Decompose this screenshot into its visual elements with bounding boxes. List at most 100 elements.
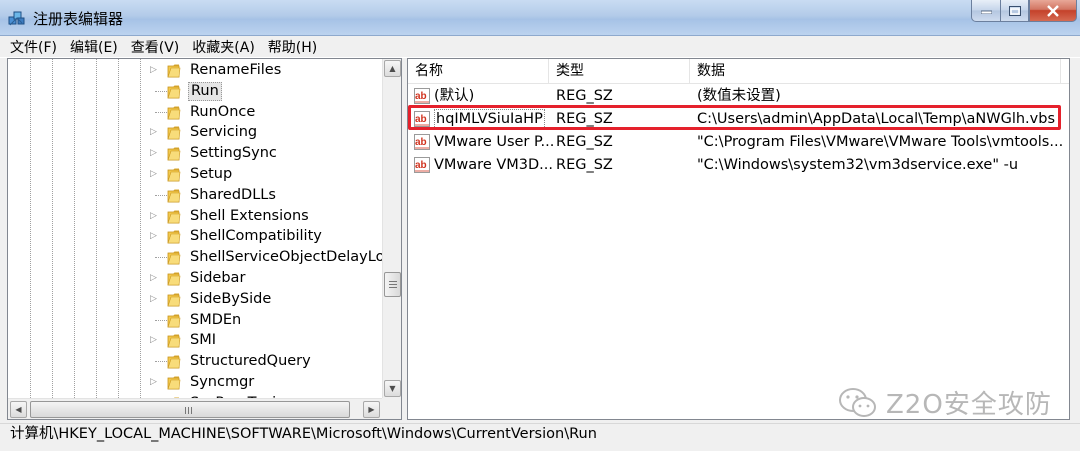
expand-arrow-icon[interactable]: ▷ (150, 170, 159, 179)
value-data: "C:\Windows\system32\vm3dservice.exe" -u (697, 157, 1019, 173)
scroll-up-button[interactable]: ▲ (384, 60, 401, 77)
menu-favorites[interactable]: 收藏夹(A) (192, 37, 255, 57)
tree-connector-line (155, 194, 167, 196)
grip-line (389, 284, 397, 285)
tree-item[interactable]: Run (8, 81, 382, 102)
registry-editor-icon (8, 11, 25, 26)
tree-item[interactable]: ▷ SettingSync (8, 143, 382, 164)
column-data[interactable]: 数据 (690, 59, 1061, 84)
red-highlight-box (408, 105, 1061, 130)
watermark: Z2O安全攻防 (838, 384, 1052, 421)
minimize-button[interactable] (971, 0, 1000, 22)
title-bar[interactable]: 注册表编辑器 (0, 0, 1080, 36)
svg-text:ab: ab (415, 91, 427, 102)
folder-icon (167, 376, 181, 390)
tree-connector-line (155, 90, 167, 92)
folder-icon (167, 106, 181, 119)
folder-icon (167, 355, 181, 369)
tree-item[interactable]: ▷ Syncmgr (8, 372, 382, 393)
tree-item[interactable]: ▷ SMI (8, 330, 382, 351)
menu-view[interactable]: 查看(V) (131, 37, 180, 57)
scroll-right-button[interactable]: ▶ (363, 401, 380, 418)
tree-item-label: RenameFiles (190, 62, 282, 78)
tree-item-label: Setup (190, 166, 233, 182)
tree-item-label: SMI (190, 332, 216, 349)
tree-item-label: ShellCompatibility (190, 228, 322, 245)
tree-item[interactable]: RunOnce (8, 102, 382, 123)
value-type: REG_SZ (556, 88, 613, 104)
close-button[interactable] (1029, 0, 1077, 22)
scroll-left-button[interactable]: ◀ (10, 401, 27, 418)
tree-item-label: RunOnce (190, 103, 256, 120)
column-type[interactable]: 类型 (549, 59, 690, 84)
column-header: 名称 类型 数据 (408, 59, 1069, 84)
scroll-down-button[interactable]: ▼ (384, 380, 401, 397)
tree-item[interactable]: ▷ Setup (8, 164, 382, 185)
tree-item[interactable]: ▷ Sidebar (8, 268, 382, 289)
expand-arrow-icon[interactable]: ▷ (150, 128, 159, 137)
menu-file[interactable]: 文件(F) (10, 37, 57, 57)
value-type: REG_SZ (556, 157, 613, 173)
expand-arrow-icon[interactable]: ▷ (150, 378, 159, 387)
folder-icon (167, 126, 181, 140)
value-data: "C:\Program Files\VMware\VMware Tools\vm… (697, 134, 1064, 150)
tree-vertical-scrollbar[interactable]: ▲ ▼ (382, 59, 401, 398)
tree-item[interactable]: ▷ ShellCompatibility (8, 226, 382, 247)
folder-icon (167, 189, 181, 203)
tree-horizontal-scrollbar[interactable]: ◀ ▶ (8, 398, 382, 419)
scroll-thumb[interactable] (384, 272, 401, 297)
tree-item-label: Run (188, 81, 222, 101)
menu-edit[interactable]: 编辑(E) (70, 37, 118, 57)
maximize-icon (1008, 5, 1021, 16)
wechat-icon (839, 387, 876, 417)
tree-connector-line (155, 319, 167, 321)
grip-line (185, 407, 186, 414)
tree-item-label: Syncmgr (190, 374, 255, 390)
close-icon (1047, 4, 1059, 17)
tree-connector-line (155, 257, 167, 259)
expand-arrow-icon[interactable]: ▷ (150, 211, 159, 221)
value-name: (默认) (434, 88, 475, 104)
expand-arrow-icon[interactable]: ▷ (150, 66, 159, 75)
expand-arrow-icon[interactable]: ▷ (150, 294, 159, 304)
expand-arrow-icon[interactable]: ▷ (150, 149, 159, 158)
tree-viewport: ▷ RenameFiles Run RunOnce ▷ Servicing ▷ Setting… (8, 59, 382, 398)
tree-item[interactable]: ShellServiceObjectDelayLoad (8, 247, 382, 268)
column-name[interactable]: 名称 (408, 59, 549, 84)
value-row[interactable]: ab VMware User P... REG_SZ "C:\Program File… (408, 131, 1069, 153)
tree-item[interactable]: SMDEn (8, 310, 382, 331)
string-value-icon: ab (414, 157, 430, 173)
horizontal-scroll-thumb[interactable] (30, 401, 350, 418)
expand-arrow-icon[interactable]: ▷ (150, 336, 159, 345)
tree-item-label: Shell Extensions (190, 207, 309, 224)
maximize-button[interactable] (1000, 0, 1029, 22)
folder-icon (167, 210, 181, 223)
window-title: 注册表编辑器 (33, 10, 124, 28)
folder-icon (167, 230, 181, 244)
tree-item[interactable]: ▷ SideBySide (8, 289, 382, 310)
string-value-icon: ab (414, 134, 430, 150)
folder-icon (167, 85, 181, 99)
tree-item[interactable]: StructuredQuery (8, 351, 382, 372)
tree-item-label: ShellServiceObjectDelayLoad (190, 249, 382, 266)
status-path: 计算机\HKEY_LOCAL_MACHINE\SOFTWARE\Microsof… (10, 426, 597, 442)
registry-key-tree[interactable]: ▷ RenameFiles Run RunOnce ▷ Servicing ▷ Setting… (7, 58, 402, 420)
expand-arrow-icon[interactable]: ▷ (150, 232, 159, 241)
value-row[interactable]: ab (默认) REG_SZ (数值未设置) (408, 85, 1069, 107)
minimize-icon (980, 10, 992, 14)
tree-item-label: SettingSync (190, 145, 277, 162)
grip-line (389, 281, 397, 282)
folder-icon (167, 272, 181, 286)
tree-item[interactable]: ▷ Servicing (8, 122, 382, 143)
tree-connector-line (155, 361, 167, 363)
value-row[interactable]: ab VMware VM3D... REG_SZ "C:\Windows\system… (408, 154, 1069, 176)
tree-item[interactable]: ▷ RenameFiles (8, 60, 382, 81)
expand-arrow-icon[interactable]: ▷ (150, 274, 159, 283)
svg-text:ab: ab (415, 137, 427, 148)
folder-icon (167, 251, 181, 265)
folder-icon (167, 334, 181, 348)
value-type: REG_SZ (556, 134, 613, 150)
tree-item[interactable]: ▷ Shell Extensions (8, 206, 382, 227)
menu-help[interactable]: 帮助(H) (268, 37, 317, 57)
tree-item[interactable]: SharedDLLs (8, 185, 382, 206)
